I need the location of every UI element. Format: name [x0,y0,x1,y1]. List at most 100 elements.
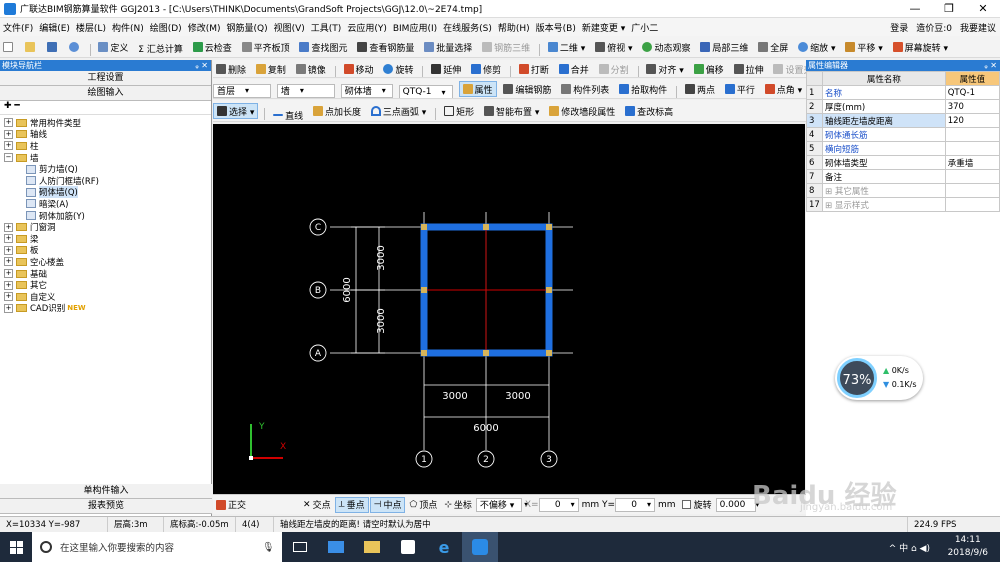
panel-pin-close[interactable]: ᵩ ✕ [195,60,208,71]
menu-new-change[interactable]: 新建变更 ▾ [579,21,628,34]
tree-node[interactable]: − 墙 [4,152,211,164]
menu-tools[interactable]: 工具(T) [308,21,345,34]
network-speed-widget[interactable]: 73% ▲ 0K/s ▼ 0.1K/s [835,356,923,400]
tree-node[interactable]: 砌体墙(Q) [4,186,211,199]
smart-layout-dropdown[interactable]: 智能布置 ▾ [481,103,542,119]
floor-select[interactable]: 首层 [213,83,271,98]
new-file-button[interactable] [0,39,18,55]
expand-icon[interactable]: + [4,234,13,244]
menu-view[interactable]: 视图(V) [271,21,308,34]
stretch-button[interactable]: 拉伸 [731,61,767,77]
property-value[interactable]: QTQ-1 [944,85,1000,100]
start-button[interactable] [0,532,32,562]
property-value[interactable] [944,127,1000,142]
menu-floor[interactable]: 楼层(L) [73,21,109,34]
tree-node[interactable]: + 轴线 [4,129,211,140]
property-value[interactable] [944,183,1000,198]
point-angle-dropdown[interactable]: 点角 ▾ [762,81,805,97]
select-dropdown[interactable]: 选择 ▾ [213,103,259,119]
property-value[interactable] [944,141,1000,156]
copy-button[interactable]: 复制 [253,61,289,77]
menu-online[interactable]: 在线服务(S) [440,21,495,34]
tree-node[interactable]: 剪力墙(Q) [4,163,211,175]
login-link[interactable]: 登录 [890,21,908,34]
property-row[interactable]: 6 砌体墙类型 承重墙 [806,155,1000,170]
trim-button[interactable]: 修剪 [468,61,504,77]
drawing-input-button[interactable]: 绘图输入 [0,86,211,101]
modify-wall-props-button[interactable]: 修改墙段属性 [546,103,618,119]
line-button[interactable]: 直线 [270,107,306,121]
menu-modify[interactable]: 修改(M) [185,21,224,34]
rectangle-button[interactable]: 矩形 [441,103,477,119]
menu-help[interactable]: 帮助(H) [495,21,533,34]
expand-icon[interactable]: + [4,257,13,267]
subcategory-select[interactable]: 砌体墙 [340,83,393,98]
y-input[interactable]: 0 [615,497,656,512]
view-2d-dropdown[interactable]: 二维 ▾ [545,39,588,55]
property-pin-close[interactable]: ᵩ ✕ [984,60,997,71]
two-points-button[interactable]: 两点 [682,81,718,97]
tree-node[interactable]: + 空心楼盖 [4,256,211,268]
property-row[interactable]: 8 ⊞ 其它属性 [806,183,1000,198]
tree-node[interactable]: + 梁 [4,233,211,245]
menu-assistant[interactable]: 广小二 [628,21,661,34]
set-grip-button[interactable]: 设置夹点 [770,61,806,77]
properties-button[interactable]: 属性 [458,81,497,97]
taskbar-edge[interactable]: e [426,532,462,562]
cloud-check-button[interactable]: 云检查 [190,39,235,55]
component-select[interactable]: QTQ-1 [398,85,453,98]
project-settings-button[interactable]: 工程设置 [0,71,211,86]
tree-node[interactable]: + 其它 [4,279,211,291]
offset-button[interactable]: 偏移 [691,61,727,77]
merge-button[interactable]: 合并 [556,61,592,77]
rebar-3d-button[interactable]: 钢筋三维 [479,39,533,55]
find-element-button[interactable]: 查找图元 [296,39,350,55]
flush-slab-top-button[interactable]: 平齐板顶 [239,39,293,55]
menu-component[interactable]: 构件(N) [109,21,147,34]
rotate-button[interactable]: 旋转 [380,61,416,77]
expand-icon[interactable]: + [4,129,13,139]
expand-icon[interactable]: + [4,118,13,128]
save-button[interactable] [44,39,62,55]
x-input[interactable]: 0 [538,497,579,512]
collapse-icon[interactable]: − [4,153,13,163]
pick-component-button[interactable]: 拾取构件 [616,81,670,97]
undo-button[interactable] [66,39,84,55]
tree-node[interactable]: + 板 [4,245,211,256]
rotate-input[interactable]: 0.000 [715,497,756,512]
expand-icon[interactable]: + [4,245,13,255]
open-button[interactable] [22,39,40,55]
define-button[interactable]: 定义 [95,39,131,55]
tree-node[interactable]: + CAD识别 NEW [4,303,211,314]
top-view-dropdown[interactable]: 俯视 ▾ [592,39,635,55]
menu-rebar[interactable]: 钢筋量(Q) [223,21,270,34]
property-row[interactable]: 7 备注 [806,169,1000,184]
snap-intersection[interactable]: ✕ 交点 [300,497,334,513]
task-view-button[interactable] [282,532,318,562]
split-button[interactable]: 分割 [596,61,632,77]
property-value[interactable]: 承重墙 [944,155,1000,170]
snap-midpoint[interactable]: ⊣ 中点 [369,496,406,513]
maximize-button[interactable]: ❐ [932,0,966,18]
property-row[interactable]: 4 砌体通长筋 [806,127,1000,142]
break-button[interactable]: 打断 [516,61,552,77]
property-row[interactable]: 17 ⊞ 显示样式 [806,197,1000,212]
screen-rotate-dropdown[interactable]: 屏幕旋转 ▾ [890,39,951,55]
tree-node[interactable]: 砌体加筋(Y) [4,210,211,222]
snap-coordinate[interactable]: ⊹ 坐标 [441,497,475,513]
local-3d-button[interactable]: 局部三维 [697,39,751,55]
fullscreen-button[interactable]: 全屏 [755,39,791,55]
property-value[interactable] [944,197,1000,212]
mirror-button[interactable]: 镜像 [293,61,329,77]
align-dropdown[interactable]: 对齐 ▾ [643,61,686,77]
taskbar-explorer[interactable] [354,532,390,562]
parallel-button[interactable]: 平行 [722,81,758,97]
taskbar-store[interactable] [390,532,426,562]
tree-node[interactable]: + 柱 [4,140,211,152]
property-value[interactable]: 120 [944,113,1000,128]
drawing-canvas[interactable]: C B A 1 2 3 3000 3000 6000 3000 3000 600… [213,124,805,494]
expand-icon[interactable]: + [4,292,13,302]
check-elevation-button[interactable]: 查改标高 [622,103,676,119]
expand-icon[interactable]: + [4,269,13,279]
three-point-arc-dropdown[interactable]: 三点画弧 ▾ [368,103,429,119]
